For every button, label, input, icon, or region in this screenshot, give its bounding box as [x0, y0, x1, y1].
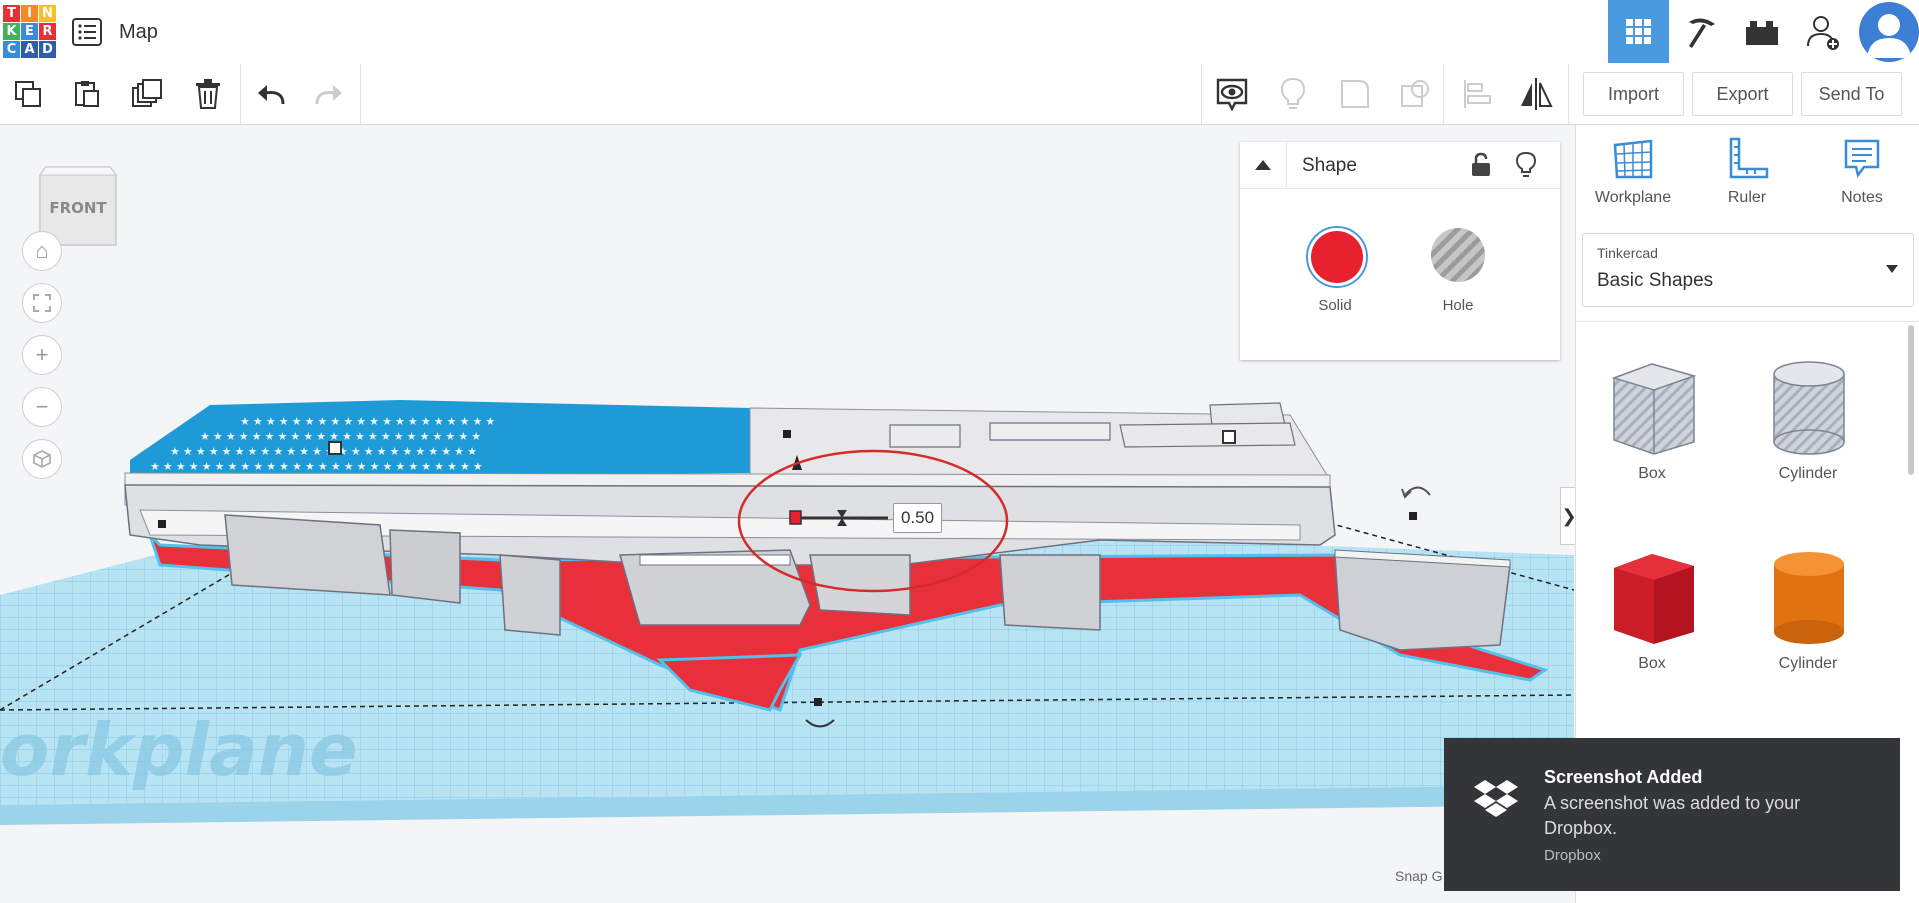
bricks-icon[interactable]: [1731, 0, 1792, 63]
design-title[interactable]: Map: [119, 21, 158, 44]
workplane-watermark: orkplane: [0, 708, 358, 792]
3d-viewport[interactable]: orkplane ★ ★ ★ ★ ★ ★ ★ ★ ★ ★ ★ ★ ★ ★ ★ ★…: [0, 125, 1574, 903]
toast-message: A screenshot was added to your Dropbox.: [1544, 793, 1801, 838]
dimension-input[interactable]: 0.50: [893, 503, 942, 533]
lock-icon[interactable]: [1470, 152, 1492, 183]
logo-letter: K: [3, 23, 20, 40]
dropbox-toast[interactable]: Screenshot Added A screenshot was added …: [1444, 738, 1900, 891]
trash-icon[interactable]: [190, 76, 226, 112]
hole-label: Hole: [1442, 297, 1474, 314]
logo-letter: N: [39, 5, 56, 22]
logo-letter: R: [39, 23, 56, 40]
lightbulb-icon[interactable]: [1275, 76, 1311, 112]
dropbox-icon: [1474, 780, 1518, 817]
mirror-icon[interactable]: [1518, 76, 1554, 112]
svg-text:★ ★ ★ ★ ★ ★ ★ ★ ★ ★ ★ ★ ★ ★ ★: ★ ★ ★ ★ ★ ★ ★ ★ ★ ★ ★ ★ ★ ★ ★ ★ ★ ★ ★ ★ …: [170, 446, 477, 458]
shape-red-box[interactable]: Box: [1587, 540, 1717, 673]
shape-inspector: Shape Solid Hole: [1240, 142, 1560, 360]
shape-panel-header: Shape: [1240, 142, 1560, 189]
resize-handle: [1409, 512, 1417, 520]
align-icon[interactable]: [1459, 76, 1495, 112]
import-button[interactable]: Import: [1583, 72, 1684, 116]
ruler-tool[interactable]: Ruler: [1697, 137, 1797, 207]
notes-icon: [1844, 139, 1880, 178]
view-cube-label: FRONT: [49, 199, 107, 217]
add-user-icon[interactable]: [1792, 0, 1853, 63]
toast-source: Dropbox: [1544, 847, 1601, 864]
dimension-handle: [789, 510, 802, 525]
logo-letter: D: [39, 41, 56, 58]
library-value: Basic Shapes: [1597, 270, 1714, 291]
snap-grid-label[interactable]: Snap G: [1395, 868, 1442, 884]
undo-icon[interactable]: [253, 76, 289, 112]
shape-label: Box: [1638, 465, 1666, 482]
user-avatar[interactable]: [1859, 2, 1919, 62]
shape-hole-cylinder[interactable]: Cylinder: [1743, 350, 1873, 483]
group-icon[interactable]: [1337, 76, 1373, 112]
resize-handle: [783, 430, 791, 438]
chevron-down-icon: [1886, 265, 1898, 273]
grid-view-icon[interactable]: [1608, 0, 1669, 63]
resize-handle: [158, 520, 166, 528]
solid-label: Solid: [1318, 297, 1352, 314]
zoom-in-icon[interactable]: +: [22, 335, 62, 375]
toast-title: Screenshot Added: [1544, 767, 1703, 787]
workplane-tool[interactable]: Workplane: [1583, 137, 1683, 207]
hole-swatch[interactable]: [1431, 228, 1485, 282]
export-button[interactable]: Export: [1692, 72, 1793, 116]
top-header: TIN KER CAD Map: [0, 0, 1919, 65]
home-icon[interactable]: ⌂: [22, 231, 62, 271]
shape-label: Cylinder: [1778, 465, 1838, 482]
ortho-icon[interactable]: [22, 439, 62, 479]
shape-label: Cylinder: [1778, 655, 1838, 672]
logo-letter: I: [21, 5, 38, 22]
paste-icon[interactable]: [69, 76, 105, 112]
resize-handle: [328, 441, 342, 455]
shape-panel-title: Shape: [1302, 155, 1357, 176]
designs-list-icon[interactable]: [72, 18, 102, 46]
ungroup-icon[interactable]: [1397, 76, 1433, 112]
fit-icon[interactable]: [22, 283, 62, 323]
redo-icon[interactable]: [311, 76, 347, 112]
zoom-out-icon[interactable]: −: [22, 387, 62, 427]
scrollbar[interactable]: [1908, 325, 1914, 475]
logo-letter: E: [21, 23, 38, 40]
notes-label: Notes: [1841, 189, 1883, 206]
resize-handle: [814, 698, 822, 706]
resize-handle: [1222, 430, 1236, 444]
logo-letter: C: [3, 41, 20, 58]
workplane-label: Workplane: [1594, 189, 1672, 206]
svg-text:★ ★ ★ ★ ★ ★ ★ ★ ★ ★ ★ ★ ★ ★ ★: ★ ★ ★ ★ ★ ★ ★ ★ ★ ★ ★ ★ ★ ★ ★ ★ ★ ★ ★ ★ …: [150, 461, 483, 473]
copy-icon[interactable]: [10, 76, 46, 112]
solid-swatch[interactable]: [1306, 226, 1368, 288]
send-to-button[interactable]: Send To: [1801, 72, 1902, 116]
collapse-icon[interactable]: [1240, 142, 1287, 188]
duplicate-icon[interactable]: [129, 76, 165, 112]
shape-orange-cylinder[interactable]: Cylinder: [1743, 540, 1873, 673]
edit-toolbar: Import Export Send To: [0, 64, 1919, 125]
lightbulb-icon[interactable]: [1515, 151, 1537, 184]
logo-letter: T: [3, 5, 20, 22]
svg-text:★ ★ ★ ★ ★ ★ ★ ★ ★ ★ ★ ★ ★ ★ ★: ★ ★ ★ ★ ★ ★ ★ ★ ★ ★ ★ ★ ★ ★ ★ ★ ★ ★ ★ ★: [240, 416, 495, 428]
visibility-icon[interactable]: [1214, 76, 1250, 112]
workplane-icon: [1613, 139, 1653, 179]
tinkercad-logo[interactable]: TIN KER CAD: [3, 5, 56, 58]
library-category: Tinkercad: [1597, 245, 1658, 261]
pickaxe-icon[interactable]: [1670, 0, 1731, 63]
ruler-label: Ruler: [1727, 189, 1767, 206]
notes-tool[interactable]: Notes: [1812, 137, 1912, 207]
ruler-icon: [1729, 137, 1769, 179]
logo-letter: A: [21, 41, 38, 58]
shape-library-select[interactable]: Tinkercad Basic Shapes: [1582, 233, 1914, 307]
shape-label: Box: [1638, 655, 1666, 672]
shape-hole-box[interactable]: Box: [1587, 350, 1717, 483]
